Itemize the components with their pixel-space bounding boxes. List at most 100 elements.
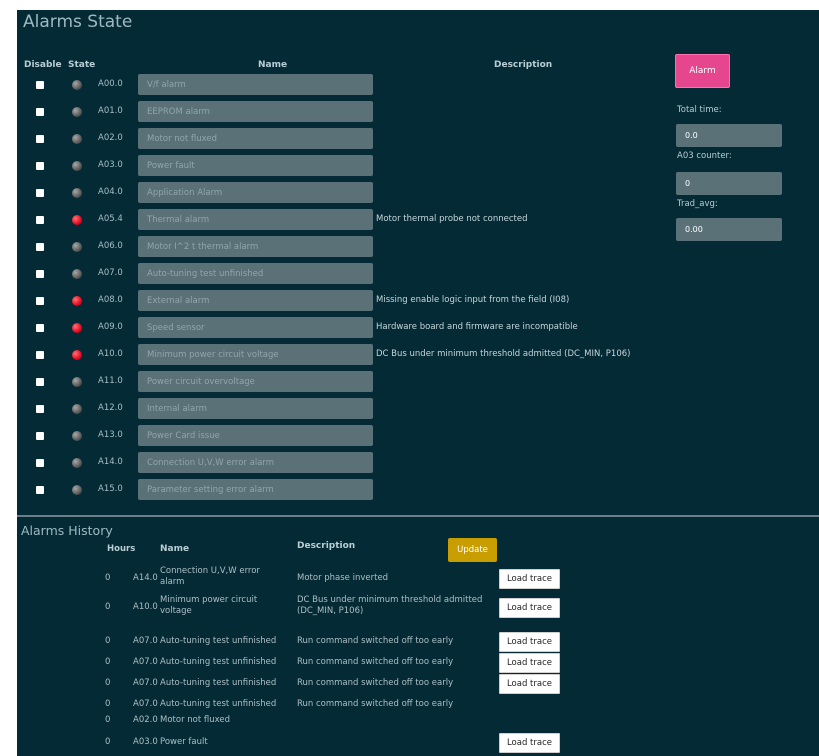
history-description: Run command switched off too early [297,699,454,709]
alarm-code: A13.0 [98,430,123,440]
update-button[interactable]: Update [448,538,497,562]
state-led-icon [72,377,82,387]
state-led-icon [72,107,82,117]
history-description: Run command switched off too early [297,678,454,688]
alarm-name-field[interactable]: Minimum power circuit voltage [138,344,373,365]
history-code: A03.0 [133,737,158,747]
history-name: Auto-tuning test unfinished [160,678,277,688]
history-code: A07.0 [133,699,158,709]
alarm-name-field[interactable]: External alarm [138,290,373,311]
disable-checkbox[interactable] [36,405,44,413]
history-code: A07.0 [133,636,158,646]
alarm-code: A10.0 [98,349,123,359]
counter-field[interactable]: 0 [676,172,782,195]
state-led-icon [72,80,82,90]
alarms-history-title: Alarms History [21,523,113,538]
history-code: A02.0 [133,715,158,725]
alarm-name-field[interactable]: EEPROM alarm [138,101,373,122]
history-name: Motor not fluxed [160,715,231,725]
alarm-name-field[interactable]: Power fault [138,155,373,176]
disable-checkbox[interactable] [36,135,44,143]
alarm-name-field[interactable]: Parameter setting error alarm [138,479,373,500]
state-led-icon [72,242,82,252]
history-description: Run command switched off too early [297,657,454,667]
history-hours: 0 [105,602,111,612]
alarm-name-field[interactable]: Power Card issue [138,425,373,446]
disable-checkbox[interactable] [36,189,44,197]
history-name: Connection U,V,W error alarm [160,566,260,587]
history-hours: 0 [105,636,111,646]
state-led-icon [72,215,82,225]
disable-checkbox[interactable] [36,162,44,170]
alarm-description: Missing enable logic input from the fiel… [376,295,570,305]
state-led-icon [72,323,82,333]
alarm-description: Hardware board and firmware are incompat… [376,322,578,332]
alarm-name-field[interactable]: Motor not fluxed [138,128,373,149]
load-trace-button[interactable]: Load trace [499,632,560,652]
alarm-code: A15.0 [98,484,123,494]
history-header-hours: Hours [107,544,136,554]
history-code: A07.0 [133,678,158,688]
alarm-name-field[interactable]: Power circuit overvoltage [138,371,373,392]
history-name: Auto-tuning test unfinished [160,636,277,646]
total-time-field[interactable]: 0.0 [676,124,782,147]
col-header-description: Description [494,60,553,70]
alarm-name-field[interactable]: Thermal alarm [138,209,373,230]
history-description: Motor phase inverted [297,573,389,583]
history-description: Run command switched off too early [297,636,454,646]
alarm-code: A03.0 [98,160,123,170]
state-led-icon [72,485,82,495]
history-name: Minimum power circuit voltage [160,595,258,616]
load-trace-button[interactable]: Load trace [499,733,560,753]
disable-checkbox[interactable] [36,378,44,386]
alarm-code: A14.0 [98,457,123,467]
disable-checkbox[interactable] [36,486,44,494]
disable-checkbox[interactable] [36,216,44,224]
history-code: A14.0 [133,573,158,583]
alarm-code: A12.0 [98,403,123,413]
history-hours: 0 [105,699,111,709]
load-trace-button[interactable]: Load trace [499,653,560,673]
load-trace-button[interactable]: Load trace [499,674,560,694]
load-trace-button[interactable]: Load trace [499,598,560,618]
history-name: Auto-tuning test unfinished [160,657,277,667]
alarm-code: A00.0 [98,79,123,89]
alarm-name-field[interactable]: Application Alarm [138,182,373,203]
alarm-button[interactable]: Alarm [675,54,730,88]
history-description: DC Bus under minimum threshold admitted … [297,595,483,616]
disable-checkbox[interactable] [36,459,44,467]
disable-checkbox[interactable] [36,108,44,116]
disable-checkbox[interactable] [36,81,44,89]
alarm-name-field[interactable]: Internal alarm [138,398,373,419]
alarms-panel: Alarms State Disable State Name Descript… [17,10,819,756]
trad-avg-label: Trad_avg: [677,199,718,209]
alarm-name-field[interactable]: Auto-tuning test unfinished [138,263,373,284]
col-header-state: State [68,60,96,70]
history-header-name: Name [160,544,190,554]
alarm-name-field[interactable]: Speed sensor [138,317,373,338]
state-led-icon [72,350,82,360]
history-hours: 0 [105,737,111,747]
alarm-code: A04.0 [98,187,123,197]
load-trace-button[interactable]: Load trace [499,569,560,589]
alarm-name-field[interactable]: Connection U,V,W error alarm [138,452,373,473]
disable-checkbox[interactable] [36,324,44,332]
alarm-code: A01.0 [98,106,123,116]
alarm-name-field[interactable]: Motor I^2 t thermal alarm [138,236,373,257]
disable-checkbox[interactable] [36,432,44,440]
alarm-code: A09.0 [98,322,123,332]
alarm-description: DC Bus under minimum threshold admitted … [376,349,631,359]
history-hours: 0 [105,678,111,688]
disable-checkbox[interactable] [36,270,44,278]
disable-checkbox[interactable] [36,243,44,251]
history-name: Auto-tuning test unfinished [160,699,277,709]
alarm-name-field[interactable]: V/f alarm [138,74,373,95]
disable-checkbox[interactable] [36,351,44,359]
trad-avg-field[interactable]: 0.00 [676,218,782,241]
alarm-code: A06.0 [98,241,123,251]
disable-checkbox[interactable] [36,297,44,305]
state-led-icon [72,296,82,306]
alarm-code: A02.0 [98,133,123,143]
state-led-icon [72,188,82,198]
section-divider [17,515,819,517]
